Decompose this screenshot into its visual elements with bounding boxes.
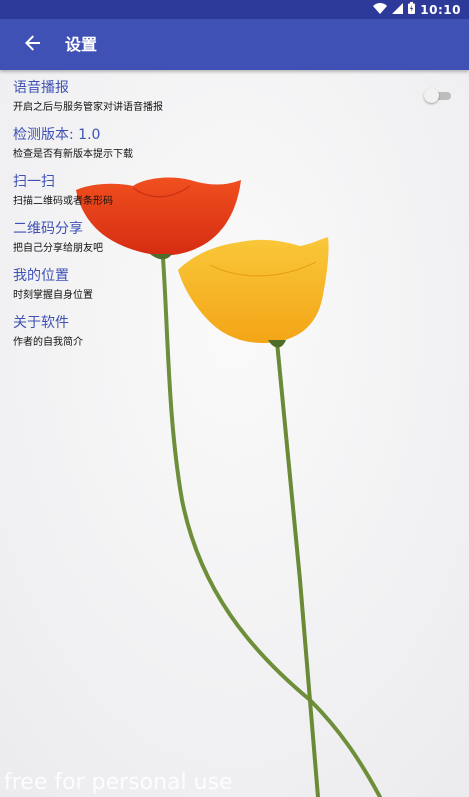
settings-list: 语音播报 开启之后与服务管家对讲语音播报 检测版本: 1.0 检查是否有新版本提… bbox=[0, 77, 469, 359]
setting-title: 扫一扫 bbox=[13, 174, 55, 190]
toggle-thumb bbox=[424, 88, 439, 103]
setting-description: 时刻掌握自身位置 bbox=[13, 290, 93, 301]
voice-broadcast-toggle[interactable] bbox=[424, 88, 451, 104]
setting-title: 检测版本: 1.0 bbox=[13, 127, 101, 143]
setting-my-location[interactable]: 我的位置 时刻掌握自身位置 bbox=[0, 265, 469, 312]
setting-voice-broadcast[interactable]: 语音播报 开启之后与服务管家对讲语音播报 bbox=[0, 77, 469, 124]
setting-description: 检查是否有新版本提示下载 bbox=[13, 149, 133, 160]
back-button[interactable] bbox=[18, 30, 48, 60]
wifi-icon bbox=[373, 2, 388, 17]
setting-description: 把自己分享给朋友吧 bbox=[13, 243, 103, 254]
setting-title: 语音播报 bbox=[13, 80, 69, 96]
page-title: 设置 bbox=[65, 35, 98, 54]
watermark-text: free for personal use bbox=[4, 770, 233, 795]
setting-title: 二维码分享 bbox=[13, 221, 83, 237]
setting-description: 开启之后与服务管家对讲语音播报 bbox=[13, 102, 163, 113]
app-bar: 设置 bbox=[0, 19, 469, 70]
cell-signal-icon bbox=[392, 2, 404, 17]
setting-title: 关于软件 bbox=[13, 315, 69, 331]
battery-icon bbox=[408, 2, 416, 17]
status-time: 10:10 bbox=[420, 2, 461, 17]
setting-check-version[interactable]: 检测版本: 1.0 检查是否有新版本提示下载 bbox=[0, 124, 469, 171]
setting-about[interactable]: 关于软件 作者的自我简介 bbox=[0, 312, 469, 359]
status-bar: 10:10 bbox=[0, 0, 469, 19]
setting-description: 扫描二维码或者条形码 bbox=[13, 196, 113, 207]
setting-title: 我的位置 bbox=[13, 268, 69, 284]
setting-scan[interactable]: 扫一扫 扫描二维码或者条形码 bbox=[0, 171, 469, 218]
setting-qr-share[interactable]: 二维码分享 把自己分享给朋友吧 bbox=[0, 218, 469, 265]
arrow-left-icon bbox=[25, 35, 41, 55]
setting-description: 作者的自我简介 bbox=[13, 337, 83, 348]
